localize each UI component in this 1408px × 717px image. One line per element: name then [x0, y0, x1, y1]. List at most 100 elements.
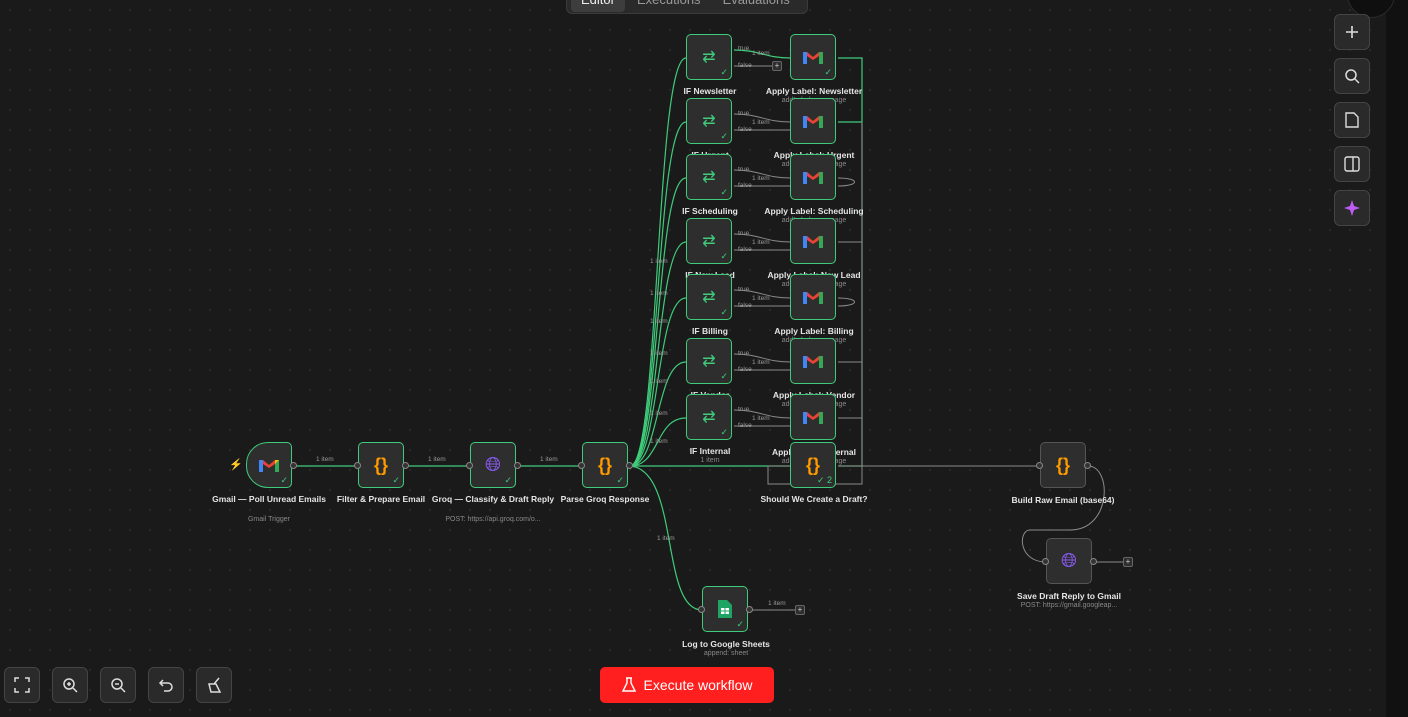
fit-view-button[interactable]	[4, 667, 40, 703]
output-port[interactable]	[290, 462, 297, 469]
node-title: Parse Groq Response	[560, 494, 650, 504]
wire-label: 1 item	[650, 378, 668, 385]
success-check-icon: ✓	[280, 475, 288, 485]
node-filter-prepare[interactable]: {} ✓	[358, 442, 404, 488]
output-port[interactable]	[626, 462, 633, 469]
panel-toolbar-button[interactable]	[1334, 146, 1370, 182]
node-label-billing[interactable]	[790, 274, 836, 320]
zoom-in-button[interactable]	[52, 667, 88, 703]
output-port[interactable]	[514, 462, 521, 469]
fullscreen-icon	[14, 677, 30, 693]
gmail-icon	[803, 52, 823, 64]
success-check-icon: ✓	[504, 475, 512, 485]
execute-label: Execute workflow	[643, 677, 753, 693]
node-label-vendor[interactable]	[790, 338, 836, 384]
node-gmail-trigger[interactable]: ✓	[246, 442, 292, 488]
node-label-newsletter[interactable]: ✓	[790, 34, 836, 80]
sticky-note-toolbar-button[interactable]	[1334, 102, 1370, 138]
wire-label: 1 item	[752, 415, 770, 422]
branch-false-label: false	[738, 62, 752, 69]
branch-true-label: true	[738, 350, 750, 357]
node-save-draft[interactable]: 🌐︎	[1046, 538, 1092, 584]
input-port[interactable]	[354, 462, 361, 469]
branch-false-label: false	[738, 366, 752, 373]
node-if-billing[interactable]: ⇄ ✓	[686, 274, 732, 320]
input-port[interactable]	[1042, 558, 1049, 565]
node-if-newsletter[interactable]: ⇄ ✓	[686, 34, 732, 80]
add-node-button[interactable]: +	[1123, 557, 1133, 567]
ai-assistant-toolbar-button[interactable]	[1334, 190, 1370, 226]
gmail-icon	[259, 460, 279, 472]
wire-label: 1 item	[768, 600, 786, 607]
node-title: Save Draft Reply to Gmail	[1017, 591, 1121, 601]
node-title: Apply Label: Newsletter	[765, 86, 863, 96]
wire-label: 1 item	[752, 239, 770, 246]
success-check-icon: ✓	[392, 475, 400, 485]
wire-label: 1 item	[650, 350, 668, 357]
node-if-vendor[interactable]: ⇄ ✓	[686, 338, 732, 384]
wire-label: 1 item	[752, 50, 770, 57]
signpost-icon: ⇄	[702, 233, 716, 250]
node-title: Log to Google Sheets	[682, 639, 770, 649]
node-label-scheduling[interactable]	[790, 154, 836, 200]
add-node-toolbar-button[interactable]	[1334, 14, 1370, 50]
node-should-draft[interactable]: {} ✓ 2	[790, 442, 836, 488]
signpost-icon: ⇄	[702, 113, 716, 130]
node-if-scheduling[interactable]: ⇄ ✓	[686, 154, 732, 200]
input-port[interactable]	[1036, 462, 1043, 469]
success-check-icon: ✓	[720, 307, 728, 317]
sheets-icon	[718, 600, 732, 618]
node-title: Filter & Prepare Email	[336, 494, 426, 504]
output-port[interactable]	[402, 462, 409, 469]
wire-label: 1 item	[540, 456, 558, 463]
success-check-icon: ✓	[720, 187, 728, 197]
branch-true-label: true	[738, 110, 750, 117]
node-title: Gmail — Poll Unread Emails	[212, 494, 326, 504]
branch-false-label: false	[738, 246, 752, 253]
success-check-icon: ✓	[720, 131, 728, 141]
output-port[interactable]	[1090, 558, 1097, 565]
execute-workflow-button[interactable]: Execute workflow	[600, 667, 774, 703]
node-title: Build Raw Email (base64)	[1011, 495, 1115, 505]
input-port[interactable]	[578, 462, 585, 469]
node-build-raw-email[interactable]: {}	[1040, 442, 1086, 488]
success-check-icon: ✓	[720, 427, 728, 437]
output-port[interactable]	[1084, 462, 1091, 469]
signpost-icon: ⇄	[702, 353, 716, 370]
node-label-internal[interactable]	[790, 394, 836, 440]
wire-label: 1 item	[657, 535, 675, 542]
node-parse-groq[interactable]: {} ✓	[582, 442, 628, 488]
panel-icon	[1344, 156, 1360, 172]
node-subtitle: Gmail Trigger	[247, 516, 290, 523]
flask-icon	[621, 677, 636, 692]
node-if-newlead[interactable]: ⇄ ✓	[686, 218, 732, 264]
search-toolbar-button[interactable]	[1334, 58, 1370, 94]
wire-label: 1 item	[650, 258, 668, 265]
branch-false-label: false	[738, 302, 752, 309]
wire-label: 1 item	[752, 119, 770, 126]
node-subtitle: POST: https://api.groq.com/o...	[445, 516, 541, 523]
input-port[interactable]	[698, 606, 705, 613]
globe-icon: 🌐︎	[485, 453, 501, 476]
node-google-sheets[interactable]: ✓	[702, 586, 748, 632]
branch-true-label: true	[738, 406, 750, 413]
signpost-icon: ⇄	[702, 49, 716, 66]
add-node-button[interactable]: +	[795, 605, 805, 615]
input-port[interactable]	[466, 462, 473, 469]
search-icon	[1345, 69, 1360, 84]
output-port[interactable]	[746, 606, 753, 613]
tidy-up-button[interactable]	[196, 667, 232, 703]
signpost-icon: ⇄	[702, 289, 716, 306]
node-title: Should We Create a Draft?	[760, 494, 868, 504]
undo-button[interactable]	[148, 667, 184, 703]
wire-label: 1 item	[650, 438, 668, 445]
node-label-urgent[interactable]	[790, 98, 836, 144]
node-label-newlead[interactable]	[790, 218, 836, 264]
node-groq-http[interactable]: 🌐︎ ✓	[470, 442, 516, 488]
node-if-internal[interactable]: ⇄ ✓	[686, 394, 732, 440]
success-check-icon: ✓	[720, 371, 728, 381]
add-node-button[interactable]: +	[772, 61, 782, 71]
zoom-out-button[interactable]	[100, 667, 136, 703]
node-if-urgent[interactable]: ⇄ ✓	[686, 98, 732, 144]
wire-label: 1 item	[428, 456, 446, 463]
